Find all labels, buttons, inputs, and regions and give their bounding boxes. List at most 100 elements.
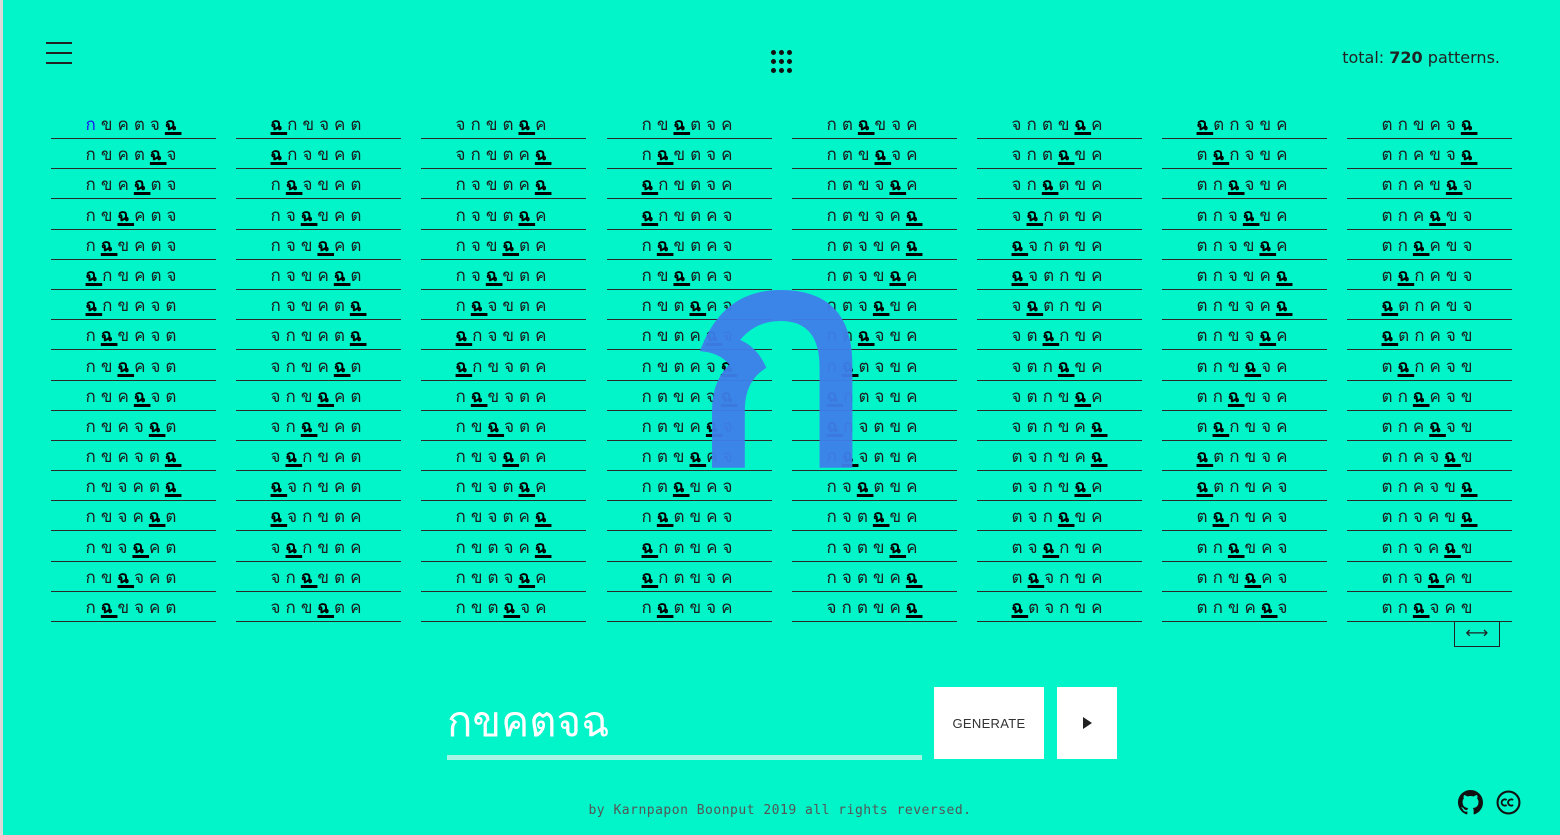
creative-commons-icon[interactable]	[1496, 790, 1521, 815]
pattern-cell[interactable]: กจฉขคต	[236, 201, 401, 230]
pattern-cell[interactable]: กฉตขจค	[607, 593, 772, 622]
pattern-cell[interactable]: กขตคฉจ	[607, 321, 772, 351]
pattern-cell[interactable]: ฉกตจขค	[792, 382, 957, 411]
pattern-cell[interactable]: กฉจตขค	[792, 442, 957, 472]
pattern-cell[interactable]: ฉกขจคต	[236, 110, 401, 139]
pattern-cell[interactable]: ตกจฉขค	[1162, 201, 1327, 230]
pattern-cell[interactable]: กจฉตขค	[792, 472, 957, 502]
pattern-cell[interactable]: กขฉจคต	[51, 563, 216, 592]
pattern-cell[interactable]: ตจกขคฉ	[977, 442, 1142, 472]
pattern-cell[interactable]: ฉกขตจค	[607, 170, 772, 200]
pattern-cell[interactable]: ตกฉจคข	[1347, 593, 1512, 622]
pattern-cell[interactable]: ตกคขจฉ	[1347, 140, 1512, 170]
pattern-cell[interactable]: ฉกขคจต	[51, 291, 216, 321]
pattern-cell[interactable]: ตฉกขจค	[1162, 412, 1327, 441]
pattern-cell[interactable]: ตฉกคขจ	[1347, 261, 1512, 290]
pattern-cell[interactable]: กฉจขตค	[421, 291, 586, 321]
pattern-cell[interactable]: จกตขคฉ	[792, 593, 957, 622]
pattern-cell[interactable]: ตกฉขจค	[1162, 382, 1327, 411]
pattern-cell[interactable]: จกฉตขค	[977, 170, 1142, 200]
pattern-cell[interactable]: จกขฉตค	[236, 593, 401, 622]
pattern-cell[interactable]: ตกจฉคข	[1347, 563, 1512, 592]
pattern-cell[interactable]: กจขคฉต	[236, 261, 401, 290]
pattern-cell[interactable]: กขคจตฉ	[51, 442, 216, 472]
pattern-cell[interactable]: ตกคขฉจ	[1347, 170, 1512, 200]
pattern-cell[interactable]: กขฉจตค	[421, 412, 586, 441]
pattern-cell[interactable]: กตขคฉจ	[607, 412, 772, 441]
pattern-cell[interactable]: จกขฉคต	[236, 382, 401, 411]
pattern-cell[interactable]: จกตขฉค	[977, 110, 1142, 139]
pattern-cell[interactable]: กขตจคฉ	[421, 533, 586, 562]
pattern-cell[interactable]: กจตขฉค	[792, 533, 957, 562]
pattern-cell[interactable]: กขฉตจค	[607, 110, 772, 139]
pattern-cell[interactable]: กจขตคฉ	[421, 170, 586, 200]
pattern-cell[interactable]: ตกฉคจข	[1347, 382, 1512, 411]
pattern-cell[interactable]: ตกคฉจข	[1347, 412, 1512, 441]
pattern-cell[interactable]: กจตขคฉ	[792, 563, 957, 592]
pattern-cell[interactable]: กขคฉตจ	[51, 170, 216, 200]
pattern-cell[interactable]: ตฉกขคจ	[1162, 502, 1327, 532]
pattern-cell[interactable]: ตฉจกขค	[977, 563, 1142, 592]
pattern-cell[interactable]: ตจกขฉค	[977, 472, 1142, 502]
pattern-cell[interactable]: กตจขฉค	[792, 261, 957, 290]
pattern-cell[interactable]: กฉขจคต	[51, 593, 216, 622]
pattern-cell[interactable]: กตจฉขค	[792, 291, 957, 321]
pattern-cell[interactable]: กขจคตฉ	[51, 472, 216, 502]
pattern-cell[interactable]: ตกขคฉจ	[1162, 593, 1327, 622]
pattern-cell[interactable]: ตกขฉคจ	[1162, 563, 1327, 592]
hamburger-menu-icon[interactable]	[46, 42, 72, 66]
pattern-cell[interactable]: กขจตคฉ	[421, 502, 586, 532]
pattern-cell[interactable]: ฉจตกขค	[977, 261, 1142, 290]
pattern-cell[interactable]: ตกคจขฉ	[1347, 472, 1512, 502]
pattern-cell[interactable]: ตกจขคฉ	[1162, 261, 1327, 290]
pattern-cell[interactable]: ฉตกขจค	[1162, 442, 1327, 472]
pattern-cell[interactable]: ตกคจฉข	[1347, 442, 1512, 472]
pattern-cell[interactable]: ตกคฉขจ	[1347, 201, 1512, 230]
generate-button[interactable]: GENERATE	[934, 687, 1044, 759]
pattern-cell[interactable]: ตกฉขคจ	[1162, 533, 1327, 562]
pattern-cell[interactable]: ตกขจฉค	[1162, 321, 1327, 351]
pattern-cell[interactable]: กตขจคฉ	[792, 201, 957, 230]
pattern-cell[interactable]: จฉกขตค	[236, 533, 401, 562]
pattern-cell[interactable]: กตขจฉค	[792, 170, 957, 200]
pattern-cell[interactable]: ฉกขจตค	[421, 352, 586, 381]
pattern-cell[interactable]: ตกขคจฉ	[1347, 110, 1512, 139]
pattern-cell[interactable]: กขฉตคจ	[607, 261, 772, 290]
pattern-cell[interactable]: กตขคจฉ	[607, 382, 772, 411]
pattern-cell[interactable]: กขตคจฉ	[607, 352, 772, 381]
pattern-cell[interactable]: ฉตกคจข	[1347, 321, 1512, 351]
pattern-cell[interactable]: ฉกตขจค	[607, 563, 772, 592]
pattern-cell[interactable]: กขตฉจค	[421, 593, 586, 622]
pattern-cell[interactable]: ตจกฉขค	[977, 502, 1142, 532]
pattern-cell[interactable]: ตกขฉจค	[1162, 352, 1327, 381]
pattern-cell[interactable]: ฉตกขคจ	[1162, 472, 1327, 502]
pattern-cell[interactable]: กฉจขคต	[236, 170, 401, 200]
pattern-cell[interactable]: กขจตฉค	[421, 472, 586, 502]
pattern-cell[interactable]: ตกจคขฉ	[1347, 502, 1512, 532]
pattern-cell[interactable]: กขจฉตค	[421, 442, 586, 472]
pattern-cell[interactable]: ฉจกขคต	[236, 472, 401, 502]
pattern-cell[interactable]: กขจฉคต	[51, 533, 216, 562]
pattern-cell[interactable]: ฉกจขตค	[421, 321, 586, 351]
pattern-cell[interactable]: ฉจกขตค	[236, 502, 401, 532]
pattern-cell[interactable]: กตขฉจค	[792, 140, 957, 170]
pattern-cell[interactable]: จกขคฉต	[236, 352, 401, 381]
pattern-cell[interactable]: กขฉคตจ	[51, 201, 216, 230]
github-icon[interactable]	[1458, 790, 1483, 815]
pattern-cell[interactable]: จกขคตฉ	[236, 321, 401, 351]
pattern-cell[interactable]: กฉตขคจ	[607, 502, 772, 532]
pattern-cell[interactable]: จตฉกขค	[977, 321, 1142, 351]
pattern-cell[interactable]: จกฉขคต	[236, 412, 401, 441]
pattern-cell[interactable]: กฉตจขค	[792, 352, 957, 381]
pattern-cell[interactable]: ฉตกคขจ	[1347, 291, 1512, 321]
pattern-cell[interactable]: กฉขตจค	[607, 140, 772, 170]
pattern-cell[interactable]: ฉตจกขค	[977, 593, 1142, 622]
pattern-cell[interactable]: กจฉขตค	[421, 261, 586, 290]
pattern-cell[interactable]: ตกจขฉค	[1162, 231, 1327, 260]
pattern-cell[interactable]: กจขฉตค	[421, 231, 586, 260]
pattern-cell[interactable]: จตกขคฉ	[977, 412, 1142, 441]
pattern-cell[interactable]: กขคตฉจ	[51, 140, 216, 170]
pattern-cell[interactable]: กฉขตคจ	[607, 231, 772, 260]
pattern-cell[interactable]: จฉกตขค	[977, 201, 1142, 230]
pattern-cell[interactable]: จฉกขคต	[236, 442, 401, 472]
